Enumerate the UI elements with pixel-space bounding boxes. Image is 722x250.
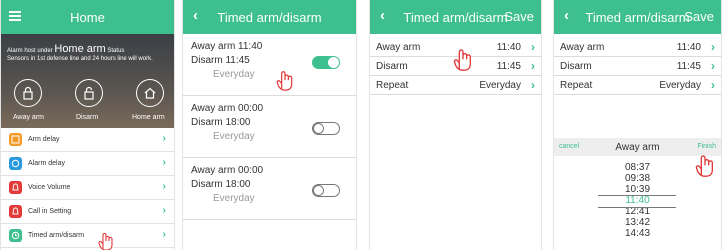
status-text: Alarm host under Home arm Status [7,43,124,55]
save-button[interactable]: Save [504,9,534,24]
status-note: Sensors in 1st defense line and 24 hours… [7,56,153,62]
selection-line-top [598,195,676,196]
menu-icon[interactable] [9,11,21,21]
setting-label: Disarm [560,60,592,72]
page-title: Home [70,9,105,25]
time-option[interactable]: 14:43 [554,228,721,239]
home-arm-button[interactable] [136,79,164,107]
timer-item[interactable]: Away arm 00:00 Disarm 18:00 Everyday [183,96,356,158]
arm-delay-icon [9,133,22,146]
back-icon[interactable]: ‹ [193,7,198,24]
menu-item-label: Alarm delay [28,160,65,167]
pointer-hand-icon [98,233,113,250]
home-arm-label: Home arm [132,114,165,121]
menu-item-arm-delay[interactable]: Arm delay › [1,128,174,152]
chevron-right-icon: › [162,133,166,144]
status-mode: Home arm [54,43,106,55]
lock-icon [23,86,33,100]
setting-value: 11:40 [496,42,521,53]
chevron-right-icon: › [162,181,166,192]
status-hero: Alarm host under Home arm Status Sensors… [1,34,174,128]
setting-label: Disarm [376,60,408,72]
setting-row-repeat[interactable]: Repeat Everyday › [554,76,721,95]
timer-picker-screen: ‹ Timed arm/disarm Save Away arm 11:40 ›… [553,0,722,250]
setting-label: Away arm [376,41,421,53]
setting-row-away-arm[interactable]: Away arm 11:40 › [554,38,721,57]
cancel-button[interactable]: cancel [559,143,579,150]
chevron-right-icon: › [711,59,715,73]
timer-toggle-off[interactable] [312,184,340,197]
setting-row-disarm[interactable]: Disarm 11:45 › [554,57,721,76]
menu-item-label: Call in Setting [28,208,72,215]
away-arm-label: Away arm [13,114,44,121]
chevron-right-icon: › [531,59,535,73]
menu-item-voice-volume[interactable]: Voice Volume › [1,176,174,200]
timer-edit-screen: ‹ Timed arm/disarm Save Away arm 11:40 ›… [369,0,542,250]
pointer-hand-icon [453,49,472,71]
chevron-right-icon: › [162,157,166,168]
pointer-hand-icon [695,155,714,177]
settings-menu: Arm delay › Alarm delay › Voice Volume ›… [1,128,174,248]
setting-label: Repeat [376,79,409,91]
home-topbar: Home [1,0,174,34]
time-option-selected[interactable]: 11:40 [554,195,721,206]
setting-value: 11:45 [496,61,521,72]
chevron-right-icon: › [531,78,535,92]
chevron-right-icon: › [711,40,715,54]
setting-value: 11:40 [676,42,701,53]
chevron-right-icon: › [162,205,166,216]
timed-list-screen: ‹ Timed arm/disarm Away arm 11:40 Disarm… [182,0,357,250]
menu-item-label: Arm delay [28,136,60,143]
timer-arm-time: Away arm 00:00 [191,103,264,114]
timer-item[interactable]: Away arm 00:00 Disarm 18:00 Everyday [183,158,356,220]
setting-label: Repeat [560,79,593,91]
menu-item-alarm-delay[interactable]: Alarm delay › [1,152,174,176]
timer-toggle-off[interactable] [312,122,340,135]
menu-item-label: Timed arm/disarm [28,232,85,239]
disarm-label: Disarm [76,114,99,121]
unlock-icon [84,86,94,100]
bell-icon [9,181,22,194]
selection-line-bottom [598,207,676,208]
chevron-right-icon: › [531,40,535,54]
disarm-button[interactable] [75,79,103,107]
home-icon [144,87,156,99]
back-icon[interactable]: ‹ [380,7,385,24]
timer-edit-topbar: ‹ Timed arm/disarm Save [370,0,541,34]
pointer-hand-icon [276,71,293,91]
save-button[interactable]: Save [684,9,714,24]
alarm-delay-icon [9,157,22,170]
setting-value: Everyday [479,80,521,91]
time-option[interactable]: 13:42 [554,217,721,228]
away-arm-button[interactable] [14,79,42,107]
finish-button[interactable]: Finish [697,143,716,150]
status-suffix: Status [107,48,125,54]
timer-picker-topbar: ‹ Timed arm/disarm Save [554,0,721,34]
menu-item-call-in-setting[interactable]: Call in Setting › [1,200,174,224]
timer-toggle-on[interactable] [312,56,340,69]
time-option[interactable]: 10:39 [554,184,721,195]
setting-value: 11:45 [676,61,701,72]
chevron-right-icon: › [162,229,166,240]
chevron-right-icon: › [711,78,715,92]
menu-item-label: Voice Volume [28,184,71,191]
setting-row-repeat[interactable]: Repeat Everyday › [370,76,541,95]
back-icon[interactable]: ‹ [564,7,569,24]
phone-icon [9,205,22,218]
page-title: Timed arm/disarm [217,9,322,25]
status-prefix: Alarm host under [7,48,53,54]
timer-item[interactable]: Away arm 11:40 Disarm 11:45 Everyday [183,34,356,96]
setting-label: Away arm [560,41,605,53]
timer-arm-time: Away arm 11:40 [191,41,263,52]
setting-value: Everyday [659,80,701,91]
menu-item-timed-arm[interactable]: Timed arm/disarm › [1,224,174,248]
timer-arm-time: Away arm 00:00 [191,165,264,176]
timed-list-topbar: ‹ Timed arm/disarm [183,0,356,34]
clock-icon [9,229,22,242]
home-screen: Home Alarm host under Home arm Status Se… [0,0,175,250]
